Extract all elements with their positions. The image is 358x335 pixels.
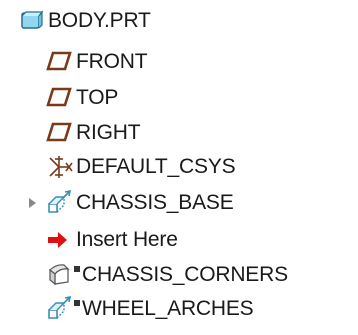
model-tree: BODY.PRT FRONT TOP RIGHT DEFAULT_CSYS CH… [0, 0, 358, 335]
suppressed-marker-icon [74, 300, 80, 306]
tree-item-label: CHASSIS_BASE [76, 191, 234, 214]
tree-item-chassis-corners[interactable]: CHASSIS_CORNERS [46, 260, 288, 290]
tree-item-chassis-base[interactable]: CHASSIS_BASE [26, 188, 234, 218]
suppressed-marker-icon [74, 266, 80, 272]
tree-root-body-prt[interactable]: BODY.PRT [20, 6, 151, 36]
datum-plane-icon [46, 120, 76, 146]
extrude-feature-icon [46, 190, 76, 216]
round-feature-icon [46, 262, 74, 288]
tree-item-label: CHASSIS_CORNERS [82, 263, 288, 286]
tree-item-insert-here[interactable]: Insert Here [46, 225, 178, 255]
tree-item-label: Insert Here [76, 228, 178, 251]
tree-item-top[interactable]: TOP [46, 83, 118, 113]
tree-root-label: BODY.PRT [48, 9, 151, 32]
tree-item-label: FRONT [76, 50, 148, 73]
tree-item-label: WHEEL_ARCHES [82, 297, 254, 320]
datum-plane-icon [46, 49, 76, 75]
tree-item-label: RIGHT [76, 121, 141, 144]
part-icon [20, 8, 48, 34]
datum-plane-icon [46, 85, 76, 111]
tree-item-wheel-arches[interactable]: WHEEL_ARCHES [46, 294, 254, 324]
tree-item-right[interactable]: RIGHT [46, 118, 141, 148]
tree-item-front[interactable]: FRONT [46, 47, 148, 77]
expand-arrow-icon[interactable] [26, 190, 46, 216]
tree-item-label: DEFAULT_CSYS [76, 155, 236, 178]
extrude-feature-icon [46, 296, 74, 322]
tree-item-default-csys[interactable]: DEFAULT_CSYS [46, 152, 236, 182]
coordinate-system-icon [46, 154, 76, 180]
tree-item-label: TOP [76, 86, 119, 109]
insert-arrow-icon [46, 227, 76, 253]
